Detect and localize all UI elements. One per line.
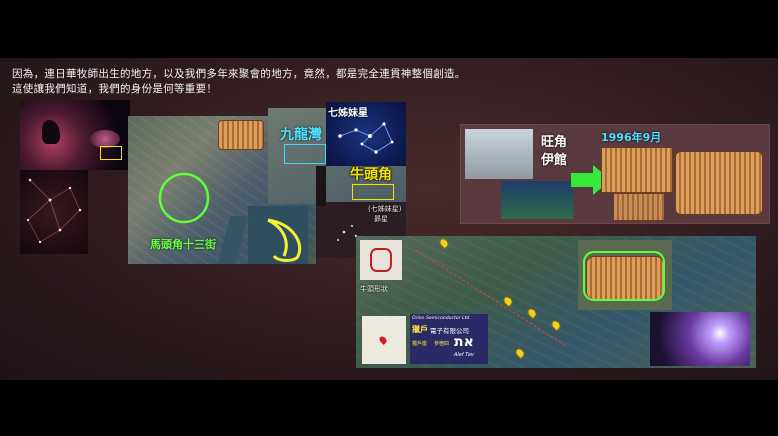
label-date: 1996年9月 bbox=[601, 131, 662, 144]
orion-sub-2: 參宿四 bbox=[434, 341, 450, 347]
orion-english: Orion Semiconductor Ltd bbox=[412, 316, 470, 321]
aleph-tav-label: Alef Tav bbox=[454, 352, 474, 358]
ngau-tau-kok-box bbox=[352, 184, 394, 200]
nebula-highlight-box bbox=[100, 146, 122, 160]
label-stadium: 伊館 bbox=[541, 153, 568, 168]
caption-line-2: 這使讓我們知道，我們的身份是何等重要！ bbox=[12, 83, 218, 95]
stadium-photo-1 bbox=[601, 147, 673, 193]
mongkok-stadium-panel: 旺角 伊館 1996年9月 bbox=[460, 124, 770, 224]
route-map-panel: 牛頭形狀 Orion Semiconductor Ltd 獵戶 電子有限公司 獵… bbox=[356, 236, 756, 368]
label-ox-shape: 牛頭形狀 bbox=[360, 285, 388, 293]
stadium-interior-photo bbox=[501, 181, 573, 219]
letterbox-bottom bbox=[0, 380, 778, 436]
label-ngau-tau-kok: 牛頭角 bbox=[350, 167, 392, 183]
ma-tau-kok-circle bbox=[158, 172, 210, 224]
mongkok-building-photo bbox=[465, 129, 533, 179]
nebula-image bbox=[20, 100, 130, 170]
map-inset bbox=[362, 316, 406, 364]
aleph-tav-glyph: את bbox=[454, 334, 474, 350]
label-mongkok: 旺角 bbox=[541, 135, 568, 150]
slide: 因為，連日華牧師出生的地方，以及我們多年來聚會的地方，竟然，都是完全連貫神整個創… bbox=[0, 58, 778, 380]
letterbox-top bbox=[0, 0, 778, 58]
orion-sub-1: 獵戶座 bbox=[412, 341, 428, 347]
worship-image bbox=[650, 312, 750, 366]
stadium-inset bbox=[578, 240, 672, 310]
stadium-photo-2 bbox=[613, 193, 665, 221]
caption-line-1: 因為，連日華牧師出生的地方，以及我們多年來聚會的地方，竟然，都是完全連貫神整個創… bbox=[12, 68, 466, 80]
label-ma-tau-kok: 馬頭角十三街 bbox=[150, 238, 216, 251]
constellation-lines bbox=[26, 178, 82, 244]
orion-card: Orion Semiconductor Ltd 獵戶 電子有限公司 獵戶座 參宿… bbox=[410, 314, 488, 364]
pleiades-star-chart: 七姊妹星 bbox=[326, 102, 406, 166]
kowloon-bay-box bbox=[284, 144, 326, 164]
label-kowloon-bay: 九龍灣 bbox=[280, 127, 322, 143]
ox-head-inset bbox=[360, 240, 402, 280]
night-photo bbox=[316, 166, 326, 206]
orion-constellation-image bbox=[20, 170, 88, 254]
orion-chinese-1: 獵戶 bbox=[412, 325, 428, 334]
stadium-photo-3 bbox=[675, 151, 763, 215]
